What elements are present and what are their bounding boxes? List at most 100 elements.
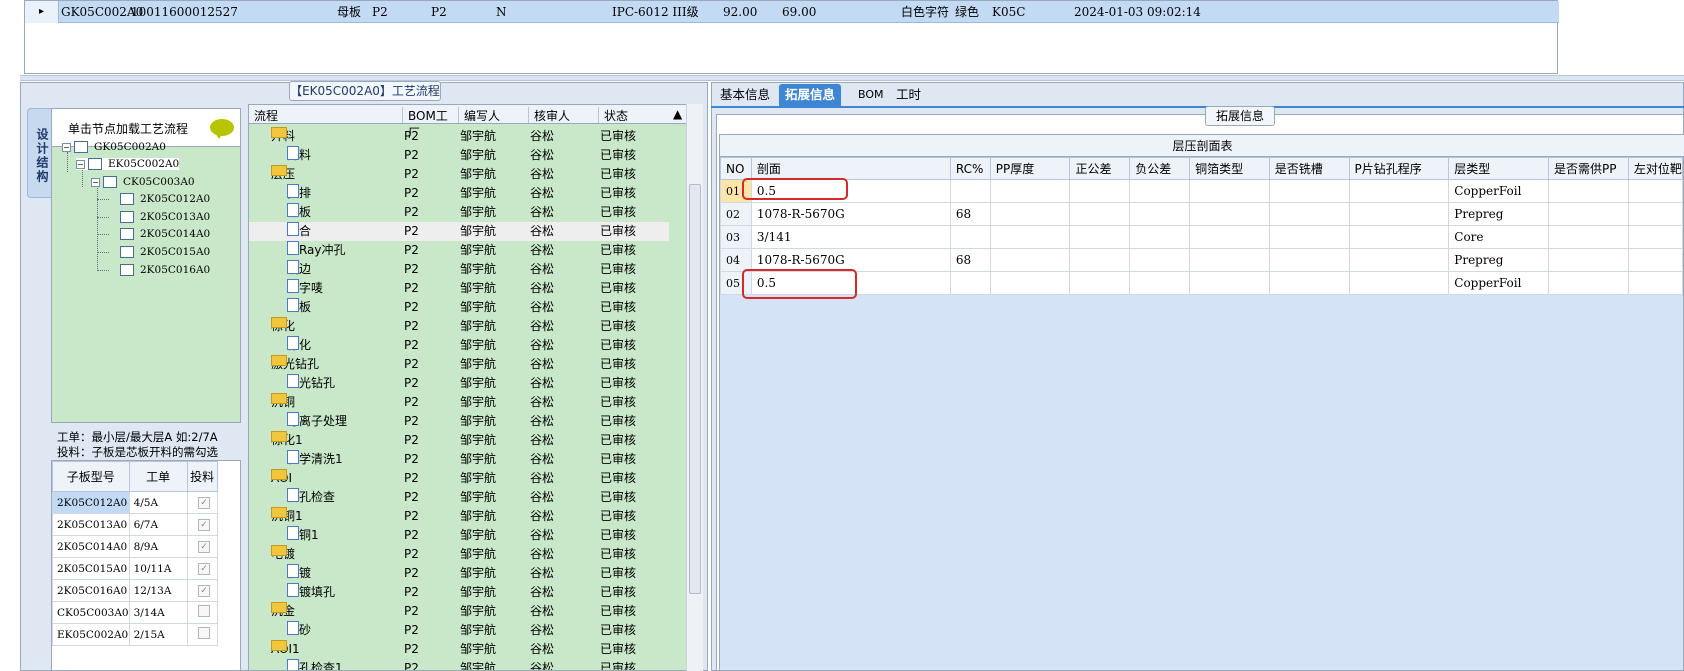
table-row[interactable]: 2K05C015A0 10/11A ✓ [52,557,240,580]
col-header[interactable]: 是否铣槽 [1268,157,1350,180]
scroll-up-icon[interactable]: ▲ [668,107,687,123]
process-scrollbar[interactable] [686,104,703,671]
table-row[interactable]: 2K05C016A0 12/13A ✓ [52,579,240,602]
col-header[interactable]: NO [720,157,752,180]
tree-node[interactable]: 2K05C015A0 [120,246,210,258]
process-step-row[interactable]: 激光钻孔 P2 邹宇航 谷松 已审核 [249,374,669,393]
cell-rc[interactable]: 68 [949,248,991,272]
process-group-row[interactable]: 棕化P2邹宇航谷松已审核 [249,317,669,336]
col-header[interactable]: RC% [949,157,991,180]
cell-layer-type[interactable]: Prepreg [1448,202,1549,226]
feed-checkbox[interactable]: ✓ [198,563,211,575]
col-header[interactable]: 是否需供PP [1548,157,1629,180]
process-step-row[interactable]: 化学清洗1 P2 邹宇航 谷松 已审核 [249,450,669,469]
table-row[interactable]: 01 0.5 CopperFoil [720,179,1684,203]
col-header[interactable]: PP厚度 [989,157,1071,180]
tab-design-structure[interactable]: 设计结构 [27,108,51,198]
tab-basic-info[interactable]: 基本信息 [714,84,776,106]
process-group-row[interactable]: 棕化1P2邹宇航谷松已审核 [249,431,669,450]
process-group-row[interactable]: AOIP2邹宇航谷松已审核 [249,469,669,488]
cell-order[interactable]: 6/7A [128,513,188,536]
cell-section[interactable]: 3/141 [750,225,951,249]
feed-checkbox[interactable] [198,605,211,617]
col-header[interactable]: 工单 [128,461,188,492]
collapse-icon[interactable]: − [91,177,100,187]
table-row[interactable]: 2K05C013A0 6/7A ✓ [52,513,240,536]
tree-node[interactable]: − CK05C003A0 [91,176,195,188]
tree-node[interactable]: 2K05C014A0 [120,228,210,240]
process-step-row[interactable]: 开料 P2 邹宇航 谷松 已审核 [249,146,669,165]
process-step-row[interactable]: 板镀 P2 邹宇航 谷松 已审核 [249,564,669,583]
table-row[interactable]: 2K05C014A0 8/9A ✓ [52,535,240,558]
cell-layer-type[interactable]: CopperFoil [1448,179,1549,203]
process-group-row[interactable]: 开料P2邹宇航谷松已审核 [249,127,669,146]
process-step-row[interactable]: X-Ray冲孔 P2 邹宇航 谷松 已审核 [249,241,669,260]
col-header[interactable]: 剖面 [750,157,951,180]
process-group-row[interactable]: 层压P2邹宇航谷松已审核 [249,165,669,184]
col-header[interactable]: P片钻孔程序 [1348,157,1450,180]
tree-node[interactable]: 2K05C016A0 [120,264,210,276]
col-header[interactable]: 负公差 [1129,157,1191,180]
col-header[interactable]: BOM工厂 [402,107,458,140]
table-row[interactable]: CK05C003A0 3/14A [52,601,240,624]
cell-section[interactable]: 1078-R-5670G [750,202,951,226]
process-step-row[interactable]: 烘板 P2 邹宇航 谷松 已审核 [249,298,669,317]
tab-extended-info[interactable]: 拓展信息 [779,84,842,106]
cell-rc[interactable] [949,225,991,249]
tree-node-selected[interactable]: − EK05C002A0 [76,158,180,170]
process-step-row[interactable]: 等离子处理 P2 邹宇航 谷松 已审核 [249,412,669,431]
table-row[interactable]: 02 1078-R-5670G 68 Prepreg [720,202,1684,226]
col-header[interactable]: 正公差 [1069,157,1131,180]
process-step-row[interactable]: 铣边 P2 邹宇航 谷松 已审核 [249,260,669,279]
process-group-row[interactable]: 沉铜1P2邹宇航谷松已审核 [249,507,669,526]
process-step-row[interactable]: 电镀填孔 P2 邹宇航 谷松 已审核 [249,583,669,602]
cell-layer-type[interactable]: CopperFoil [1448,271,1549,295]
cell-layer-type[interactable]: Prepreg [1448,248,1549,272]
tree-node[interactable]: 2K05C012A0 [120,193,210,205]
cell-order[interactable]: 2/15A [128,623,188,646]
col-header[interactable]: 铜箔类型 [1189,157,1270,180]
process-step-row[interactable]: 盲孔检查1 P2 邹宇航 谷松 已审核 [249,659,669,670]
col-header[interactable]: 左对位靶 [1627,157,1684,180]
table-row[interactable]: 05 0.5 CopperFoil [720,271,1684,295]
process-step-row[interactable]: 排板 P2 邹宇航 谷松 已审核 [249,203,669,222]
table-row[interactable]: 03 3/141 Core [720,225,1684,249]
cell-rc[interactable] [949,271,991,295]
tree-node[interactable]: − GK05C002A0 [62,141,166,153]
scroll-thumb[interactable] [689,184,701,594]
cell-layer-type[interactable]: Core [1448,225,1549,249]
table-row[interactable]: EK05C002A0 2/15A [52,623,240,646]
col-header[interactable]: 流程 [249,107,398,123]
col-header[interactable]: 编写人 [458,107,528,123]
process-step-row[interactable]: 盲孔检查 P2 邹宇航 谷松 已审核 [249,488,669,507]
col-header[interactable]: 核审人 [528,107,598,123]
tab-work-hours[interactable]: 工时 [890,84,927,106]
feed-checkbox[interactable]: ✓ [198,497,211,509]
cell-order[interactable]: 4/5A [128,491,188,514]
cell-rc[interactable] [949,179,991,203]
cell-order[interactable]: 10/11A [128,557,188,580]
feed-checkbox[interactable]: ✓ [198,585,211,597]
cell-order[interactable]: 12/13A [128,579,188,602]
process-step-row[interactable]: 压合 P2 邹宇航 谷松 已审核 [249,222,669,241]
process-step-row[interactable]: 棕化 P2 邹宇航 谷松 已审核 [249,336,669,355]
tree-node[interactable]: 2K05C013A0 [120,211,210,223]
process-step-row[interactable]: 预排 P2 邹宇航 谷松 已审核 [249,184,669,203]
feed-checkbox[interactable]: ✓ [198,541,211,553]
table-row[interactable]: 04 1078-R-5670G 68 Prepreg [720,248,1684,272]
cell-order[interactable]: 8/9A [128,535,188,558]
col-header[interactable]: 层类型 [1448,157,1549,180]
process-group-row[interactable]: 电镀P2邹宇航谷松已审核 [249,545,669,564]
col-header[interactable]: 状态 [598,107,668,123]
table-row[interactable]: ▸ GK05C002A0 10011600012527 母板 P2 P2 N I… [25,1,1559,23]
horizontal-splitter[interactable] [20,75,1684,81]
feed-checkbox[interactable] [198,627,211,639]
feed-checkbox[interactable]: ✓ [198,519,211,531]
collapse-icon[interactable]: − [76,159,85,169]
process-step-row[interactable]: 喷砂 P2 邹宇航 谷松 已审核 [249,621,669,640]
col-header[interactable]: 子板型号 [52,461,130,492]
process-group-row[interactable]: 沉金P2邹宇航谷松已审核 [249,602,669,621]
process-step-row[interactable]: 打字唛 P2 邹宇航 谷松 已审核 [249,279,669,298]
cell-rc[interactable]: 68 [949,202,991,226]
col-header[interactable]: 投料 [186,461,218,492]
